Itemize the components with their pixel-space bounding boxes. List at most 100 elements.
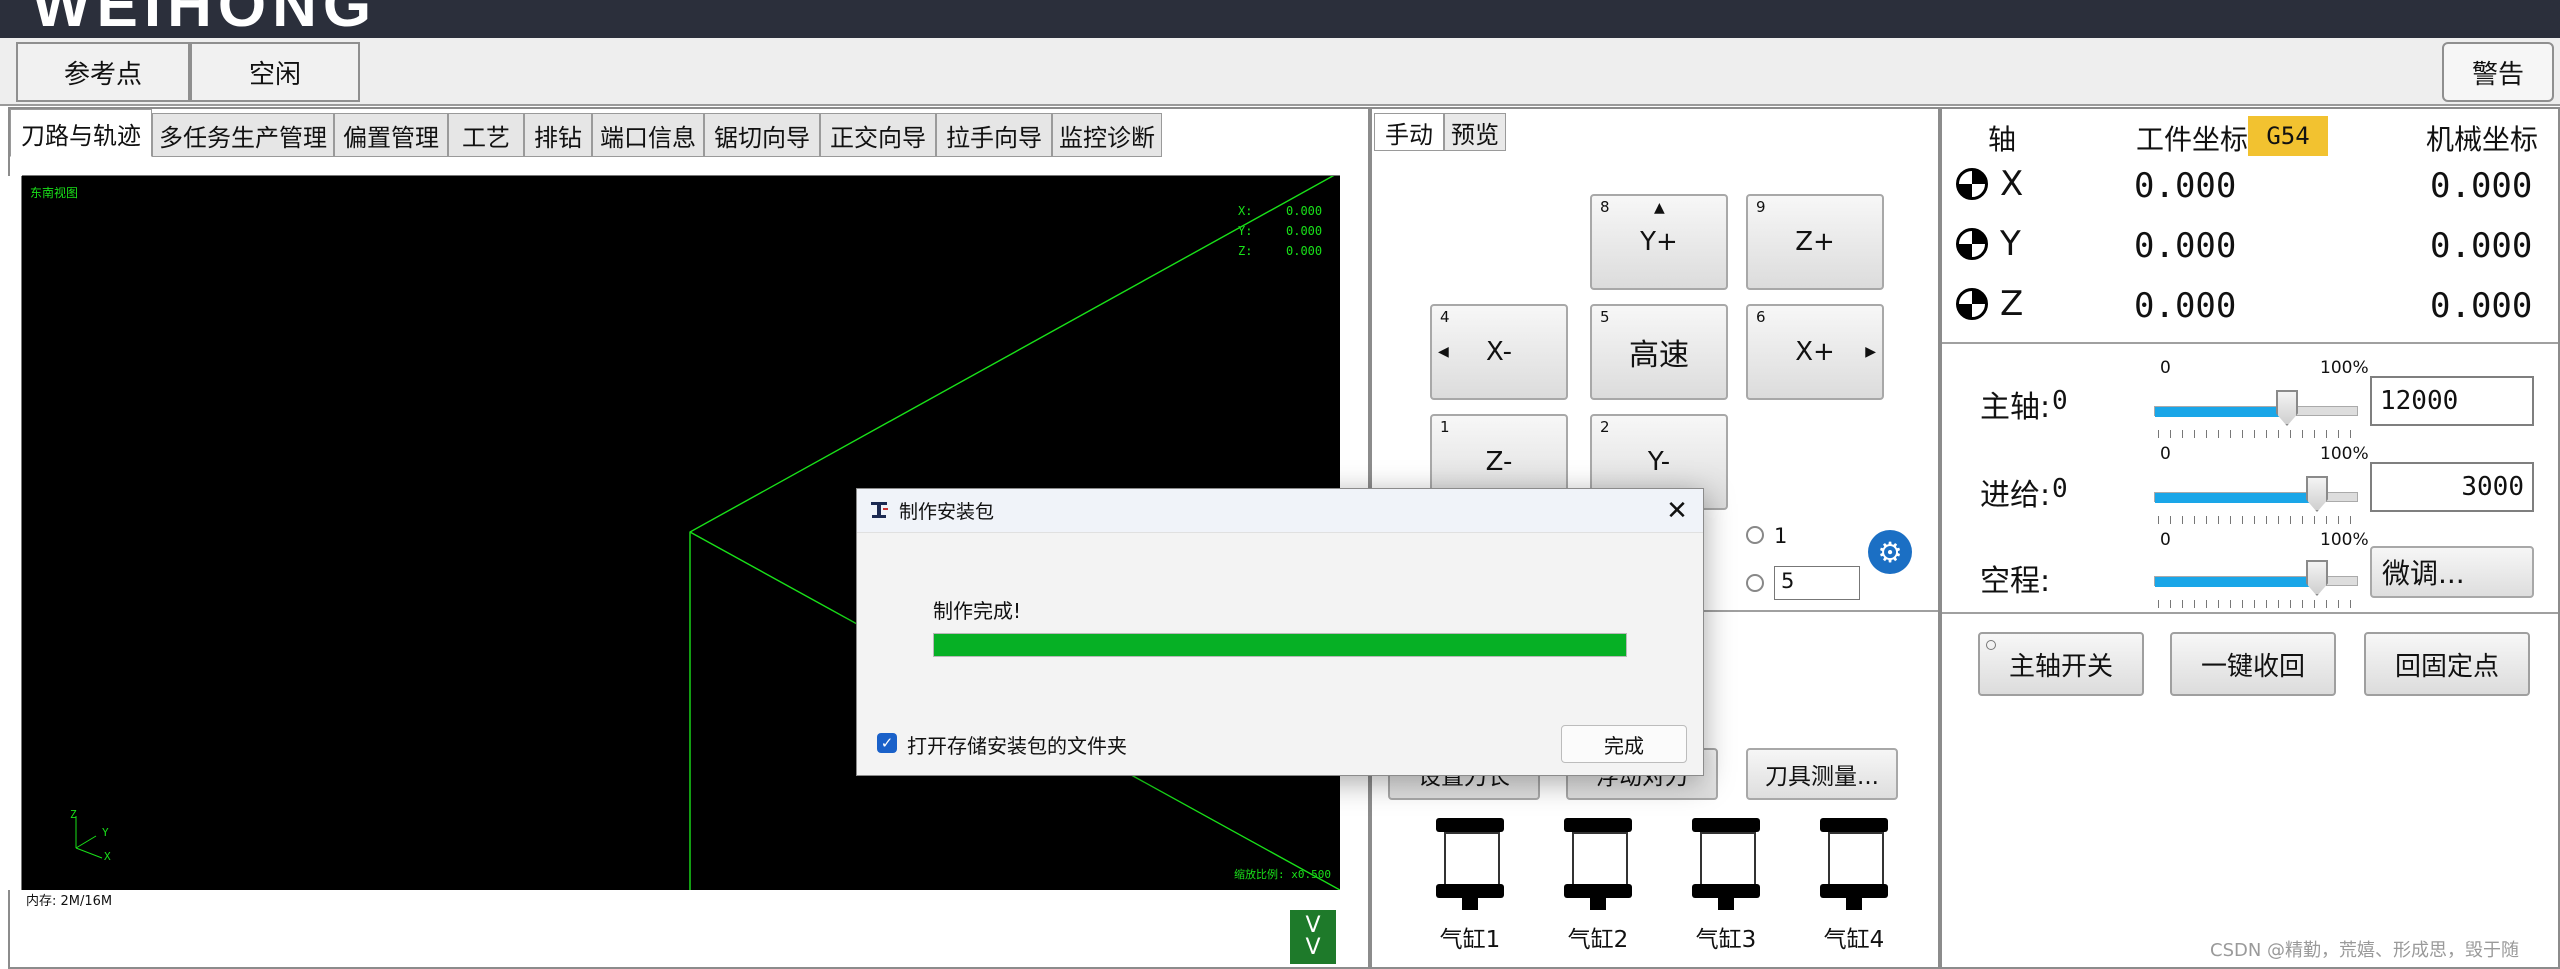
scroll-down-button[interactable]: V V	[1290, 910, 1336, 964]
coord-y-label: Y:	[1238, 224, 1253, 238]
coord-x-value: 0.000	[1286, 204, 1323, 218]
tab-drill[interactable]: 排钻	[524, 113, 592, 157]
header-machine-coords: 机械坐标	[2426, 123, 2539, 156]
machine-z-value: 0.000	[2430, 286, 2533, 326]
cylinder-icon[interactable]	[1558, 818, 1638, 910]
scale-label: 缩放比例: x0.500	[1234, 868, 1331, 881]
feed-label: 进给:	[1980, 478, 2051, 513]
machine-y-value: 0.000	[2430, 226, 2533, 266]
jog-label: Z+	[1795, 227, 1835, 257]
dialog-message: 制作完成!	[933, 599, 1022, 623]
watermark: CSDN @精勤，荒嬉、形成思，毁于随	[2210, 940, 2520, 961]
done-button[interactable]: 完成	[1561, 725, 1687, 763]
tab-monitor[interactable]: 监控诊断	[1052, 113, 1162, 157]
jog-y-plus-button[interactable]: 8 ▲ Y+	[1590, 194, 1728, 290]
gear-icon[interactable]: ⚙	[1868, 530, 1912, 574]
slider-fill	[2155, 407, 2288, 417]
slider-fill	[2155, 493, 2318, 503]
coord-y-value: 0.000	[1286, 224, 1323, 238]
tab-multitask[interactable]: 多任务生产管理	[152, 113, 334, 157]
triad-z-label: Z	[70, 808, 77, 821]
brand-logo: WEIHONG	[32, 0, 378, 40]
feed-rate-input[interactable]: 3000	[2370, 462, 2534, 512]
work-z-value: 0.000	[2134, 286, 2237, 326]
slider-ticks	[2158, 516, 2358, 524]
spindle-value: 0	[2052, 386, 2068, 416]
fine-tune-button[interactable]: 微调...	[2370, 546, 2534, 598]
axis-y-label: Y	[2000, 224, 2021, 264]
jog-label: Y+	[1640, 227, 1678, 257]
step-input[interactable]: 5	[1774, 566, 1860, 600]
slider-max-label: 100%	[2320, 530, 2369, 550]
tab-preview[interactable]: 预览	[1444, 113, 1506, 151]
jog-key-number: 1	[1440, 418, 1450, 436]
cylinder-icon[interactable]	[1814, 818, 1894, 910]
slider-ticks	[2158, 600, 2358, 608]
tab-offset[interactable]: 偏置管理	[334, 113, 448, 157]
rapid-label: 空程:	[1980, 564, 2051, 599]
progress-bar	[933, 633, 1627, 657]
tab-process[interactable]: 工艺	[448, 113, 524, 157]
coord-z-label: Z:	[1238, 244, 1253, 258]
axis-z-label: Z	[2000, 284, 2024, 324]
jog-x-plus-button[interactable]: 6 ▶ X+	[1746, 304, 1884, 400]
retract-button[interactable]: 一键收回	[2170, 632, 2336, 696]
triad-y-label: Y	[102, 826, 109, 839]
work-x-value: 0.000	[2134, 166, 2237, 206]
tab-orthogonal[interactable]: 正交向导	[820, 113, 936, 157]
arrow-left-icon: ◀	[1438, 344, 1449, 360]
spindle-toggle-label: 主轴开关	[2008, 651, 2113, 682]
tab-port[interactable]: 端口信息	[592, 113, 704, 157]
step-radio-custom[interactable]	[1746, 574, 1764, 592]
cylinder-label: 气缸3	[1695, 927, 1757, 953]
ref-point-button[interactable]: 参考点	[16, 42, 190, 102]
jog-key-number: 2	[1600, 418, 1610, 436]
open-folder-checkbox[interactable]: ✓	[877, 733, 897, 753]
close-icon[interactable]: ✕	[1657, 491, 1697, 531]
cylinder-icon[interactable]	[1686, 818, 1766, 910]
spindle-slider[interactable]	[2154, 406, 2358, 417]
tab-manual[interactable]: 手动	[1374, 113, 1444, 151]
divider	[1942, 342, 2558, 344]
jog-label: Y-	[1647, 447, 1671, 477]
jog-z-plus-button[interactable]: 9 Z+	[1746, 194, 1884, 290]
cylinder-label: 气缸4	[1823, 927, 1885, 953]
slider-min-label: 0	[2160, 444, 2171, 464]
tab-saw[interactable]: 锯切向导	[704, 113, 820, 157]
coord-z-value: 0.000	[1286, 244, 1323, 258]
cylinder-label: 气缸2	[1567, 927, 1629, 953]
machine-x-value: 0.000	[2430, 166, 2533, 206]
open-folder-label[interactable]: 打开存储安装包的文件夹	[907, 730, 1127, 759]
spindle-speed-input[interactable]: 12000	[2370, 376, 2534, 426]
jog-key-number: 6	[1756, 308, 1766, 326]
jog-key-number: 5	[1600, 308, 1610, 326]
tab-toolpath[interactable]: 刀路与轨迹	[10, 109, 152, 157]
horizontal-ruler	[22, 160, 1340, 176]
cylinder-icon[interactable]	[1430, 818, 1510, 910]
indicator-icon	[1986, 640, 1996, 650]
home-status-icon	[1956, 288, 1988, 320]
wcs-badge[interactable]: G54	[2248, 116, 2328, 156]
home-status-icon	[1956, 168, 1988, 200]
chevron-down-icon: V V	[1305, 913, 1321, 960]
title-bar: WEIHONG	[0, 0, 2560, 40]
memory-status: 内存: 2M/16M	[26, 894, 113, 909]
jog-rapid-button[interactable]: 5 高速	[1590, 304, 1728, 400]
jog-label: 高速	[1629, 338, 1689, 373]
divider	[1942, 612, 2558, 614]
step-radio-1[interactable]	[1746, 526, 1764, 544]
warning-button[interactable]: 警告	[2442, 42, 2554, 102]
jog-key-number: 9	[1756, 198, 1766, 216]
machine-state: 空闲	[190, 42, 360, 102]
slider-max-label: 100%	[2320, 444, 2369, 464]
return-fixed-point-button[interactable]: 回固定点	[2364, 632, 2530, 696]
jog-key-number: 8	[1600, 198, 1610, 216]
jog-x-minus-button[interactable]: 4 ◀ X-	[1430, 304, 1568, 400]
tab-handle[interactable]: 拉手向导	[936, 113, 1052, 157]
spindle-toggle-button[interactable]: 主轴开关	[1978, 632, 2144, 696]
axis-x-label: X	[2000, 164, 2024, 204]
spindle-label: 主轴:	[1980, 390, 2051, 425]
progress-fill	[934, 634, 1626, 656]
dialog-title-bar: 制作安装包 ✕	[857, 489, 1703, 533]
tool-measure-button[interactable]: 刀具测量...	[1746, 748, 1898, 800]
